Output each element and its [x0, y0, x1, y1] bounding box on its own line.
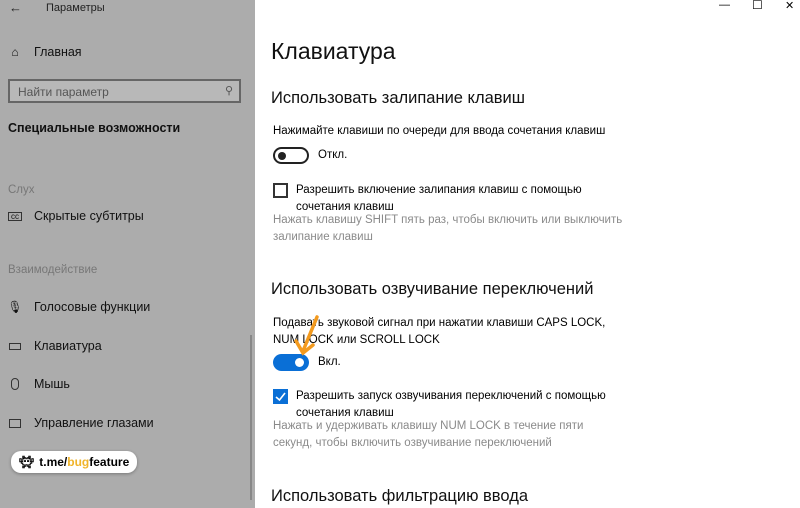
- eye-control-icon: [8, 416, 22, 430]
- toggle-keys-checkbox[interactable]: [273, 389, 288, 404]
- back-button[interactable]: ←: [9, 0, 22, 15]
- sidebar-item-speech[interactable]: 🎙︎ Голосовые функции: [7, 300, 151, 314]
- toggle-keys-heading: Использовать озвучивание переключений: [271, 280, 594, 298]
- item-label: Клавиатура: [34, 339, 102, 353]
- captions-label: Скрытые субтитры: [34, 209, 144, 223]
- section-title: Специальные возможности: [8, 121, 181, 135]
- keyboard-icon: [8, 339, 22, 353]
- group-hearing: Слух: [8, 184, 35, 196]
- sticky-checkbox[interactable]: [273, 183, 288, 198]
- annotation-arrow-icon: [294, 315, 319, 356]
- main-content: — ☐ ✕ Клавиатура Использовать залипание …: [255, 0, 800, 508]
- watermark: 👾︎ t.me/bug feature: [11, 451, 137, 473]
- sticky-hint: Нажать клавишу SHIFT пять раз, чтобы вкл…: [273, 214, 623, 243]
- item-label: Мышь: [34, 377, 70, 391]
- mouse-icon: [8, 377, 22, 391]
- bug-icon: 👾︎: [19, 455, 35, 469]
- sidebar-item-captions[interactable]: cc Скрытые субтитры: [8, 209, 144, 223]
- maximize-button[interactable]: ☐: [752, 0, 763, 12]
- close-button[interactable]: ✕: [785, 0, 794, 12]
- item-label: Управление глазами: [34, 416, 154, 430]
- scrollbar[interactable]: [250, 335, 252, 500]
- sidebar-item-mouse[interactable]: Мышь: [8, 377, 70, 391]
- watermark-highlight: bug: [67, 455, 90, 469]
- microphone-icon: 🎙︎: [7, 300, 23, 314]
- toggle-keys-hint: Нажать и удерживать клавишу NUM LOCK в т…: [273, 420, 584, 449]
- sidebar-item-home[interactable]: ⌂ Главная: [8, 45, 82, 59]
- filter-heading: Использовать фильтрацию ввода: [271, 487, 528, 505]
- watermark-prefix: t.me/: [39, 455, 68, 469]
- home-label: Главная: [34, 45, 82, 59]
- captions-icon: cc: [8, 211, 22, 221]
- search-icon: ⚲: [224, 85, 233, 97]
- sidebar-item-eye-control[interactable]: Управление глазами: [8, 416, 154, 430]
- sticky-toggle-state: Откл.: [318, 149, 348, 161]
- watermark-suffix: feature: [89, 455, 130, 469]
- home-icon: ⌂: [11, 45, 19, 59]
- toggle-keys-desc: Подавать звуковой сигнал при нажатии кла…: [273, 317, 606, 346]
- minimize-button[interactable]: —: [719, 0, 730, 11]
- sticky-toggle[interactable]: [273, 147, 309, 164]
- window-title: Параметры: [46, 2, 105, 14]
- search-placeholder: Найти параметр: [18, 85, 109, 99]
- toggle-keys-checkbox-label: Разрешить запуск озвучивания переключени…: [296, 390, 606, 419]
- sidebar-item-keyboard[interactable]: Клавиатура: [8, 339, 102, 353]
- sticky-checkbox-label: Разрешить включение залипания клавиш с п…: [296, 184, 582, 213]
- sidebar: ← Параметры ⌂ Главная Найти параметр ⚲ Сп…: [0, 0, 255, 508]
- sticky-heading: Использовать залипание клавиш: [271, 89, 525, 107]
- sticky-desc: Нажимайте клавиши по очереди для ввода с…: [273, 125, 606, 137]
- item-label: Голосовые функции: [34, 300, 151, 314]
- page-title: Клавиатура: [271, 38, 396, 64]
- group-interaction: Взаимодействие: [8, 264, 98, 276]
- search-input[interactable]: Найти параметр ⚲: [8, 79, 241, 103]
